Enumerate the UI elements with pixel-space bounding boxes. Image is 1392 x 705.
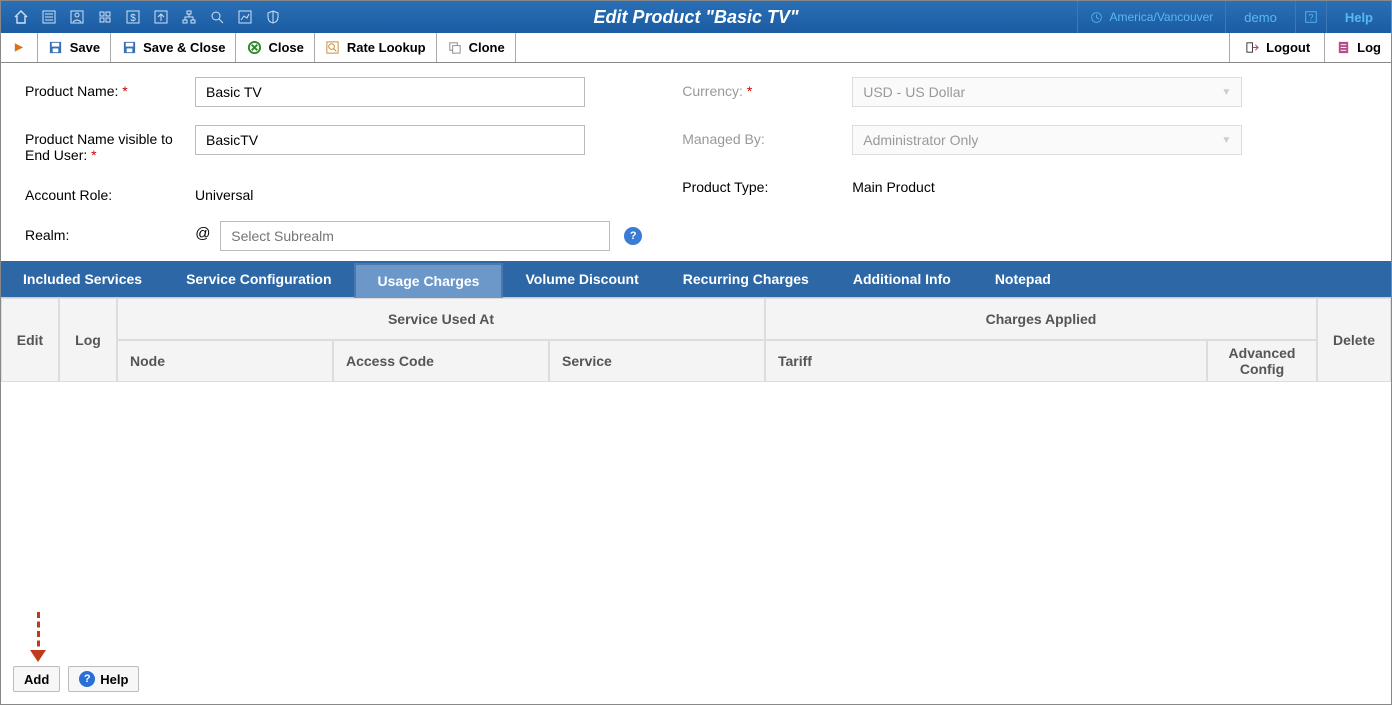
search-icon[interactable]	[203, 5, 231, 29]
grid-icon[interactable]	[91, 5, 119, 29]
tab-usage-charges[interactable]: Usage Charges	[354, 263, 504, 298]
col-delete: Delete	[1317, 298, 1391, 382]
clock-icon	[1090, 11, 1103, 24]
managed-by-label: Managed By:	[682, 125, 842, 147]
product-type-value: Main Product	[852, 173, 934, 195]
currency-select: USD - US Dollar ▼	[852, 77, 1242, 107]
tab-additional-info[interactable]: Additional Info	[831, 261, 973, 297]
grid: Edit Log Service Used At Charges Applied…	[1, 297, 1391, 612]
home-icon[interactable]	[7, 5, 35, 29]
help-link[interactable]: Help	[1326, 1, 1391, 33]
col-group-service-used-at: Service Used At	[117, 298, 765, 340]
product-name-input[interactable]	[195, 77, 585, 107]
grid-body	[1, 382, 1391, 612]
col-node: Node	[117, 340, 333, 382]
tab-service-config[interactable]: Service Configuration	[164, 261, 353, 297]
list-icon[interactable]	[35, 5, 63, 29]
rate-lookup-button[interactable]: Rate Lookup	[315, 33, 437, 62]
col-advanced-config: Advanced Config	[1207, 340, 1317, 382]
chevron-down-icon: ▼	[1221, 135, 1231, 146]
dollar-icon[interactable]: $	[119, 5, 147, 29]
save-close-button[interactable]: Save & Close	[111, 33, 236, 62]
footer: Add ? Help	[1, 662, 1391, 704]
realm-input[interactable]	[220, 221, 610, 251]
tab-recurring-charges[interactable]: Recurring Charges	[661, 261, 831, 297]
col-log: Log	[59, 298, 117, 382]
enduser-name-label: Product Name visible to End User: *	[25, 125, 185, 163]
log-icon	[1335, 40, 1351, 56]
disk-icon	[121, 40, 137, 56]
currency-label: Currency: *	[682, 77, 842, 99]
clone-icon	[447, 40, 463, 56]
help-button[interactable]: ? Help	[68, 666, 139, 692]
col-group-charges-applied: Charges Applied	[765, 298, 1317, 340]
realm-label: Realm:	[25, 221, 185, 243]
svg-text:?: ?	[1308, 13, 1313, 23]
realm-help-icon[interactable]: ?	[624, 227, 642, 245]
form-area: Product Name: * Product Name visible to …	[1, 63, 1391, 261]
chart-icon[interactable]	[231, 5, 259, 29]
timezone-display[interactable]: America/Vancouver	[1077, 1, 1225, 33]
toolbar: ▶ Save Save & Close Close Rate Lookup Cl…	[1, 33, 1391, 63]
network-icon[interactable]	[175, 5, 203, 29]
col-access-code: Access Code	[333, 340, 549, 382]
tab-notepad[interactable]: Notepad	[973, 261, 1073, 297]
tab-volume-discount[interactable]: Volume Discount	[503, 261, 660, 297]
enduser-name-input[interactable]	[195, 125, 585, 155]
play-button[interactable]: ▶	[1, 33, 38, 62]
product-type-label: Product Type:	[682, 173, 842, 195]
managed-by-select: Administrator Only ▼	[852, 125, 1242, 155]
account-role-value: Universal	[195, 181, 253, 203]
col-tariff: Tariff	[765, 340, 1207, 382]
product-name-label: Product Name: *	[25, 77, 185, 99]
annotation-arrow	[1, 612, 1391, 662]
close-icon	[246, 40, 262, 56]
col-edit: Edit	[1, 298, 59, 382]
close-button[interactable]: Close	[236, 33, 314, 62]
tab-included-services[interactable]: Included Services	[1, 261, 164, 297]
disk-icon	[48, 40, 64, 56]
lookup-icon	[325, 40, 341, 56]
chevron-down-icon: ▼	[1221, 87, 1231, 98]
person-icon[interactable]	[63, 5, 91, 29]
export-icon[interactable]	[147, 5, 175, 29]
svg-text:$: $	[130, 13, 136, 24]
account-role-label: Account Role:	[25, 181, 185, 203]
shield-icon[interactable]	[259, 5, 287, 29]
logout-icon	[1244, 40, 1260, 56]
header-bar: $ Edit Product "Basic TV" America/Vancou…	[1, 1, 1391, 33]
logout-button[interactable]: Logout	[1229, 33, 1324, 62]
demo-link[interactable]: demo	[1225, 1, 1295, 33]
save-button[interactable]: Save	[38, 33, 111, 62]
help-icon: ?	[79, 671, 95, 687]
log-button[interactable]: Log	[1324, 33, 1391, 62]
clone-button[interactable]: Clone	[437, 33, 516, 62]
col-service: Service	[549, 340, 765, 382]
add-button[interactable]: Add	[13, 666, 60, 692]
tabs: Included Services Service Configuration …	[1, 261, 1391, 297]
at-symbol: @	[195, 221, 210, 242]
help-question-icon[interactable]: ?	[1295, 1, 1326, 33]
